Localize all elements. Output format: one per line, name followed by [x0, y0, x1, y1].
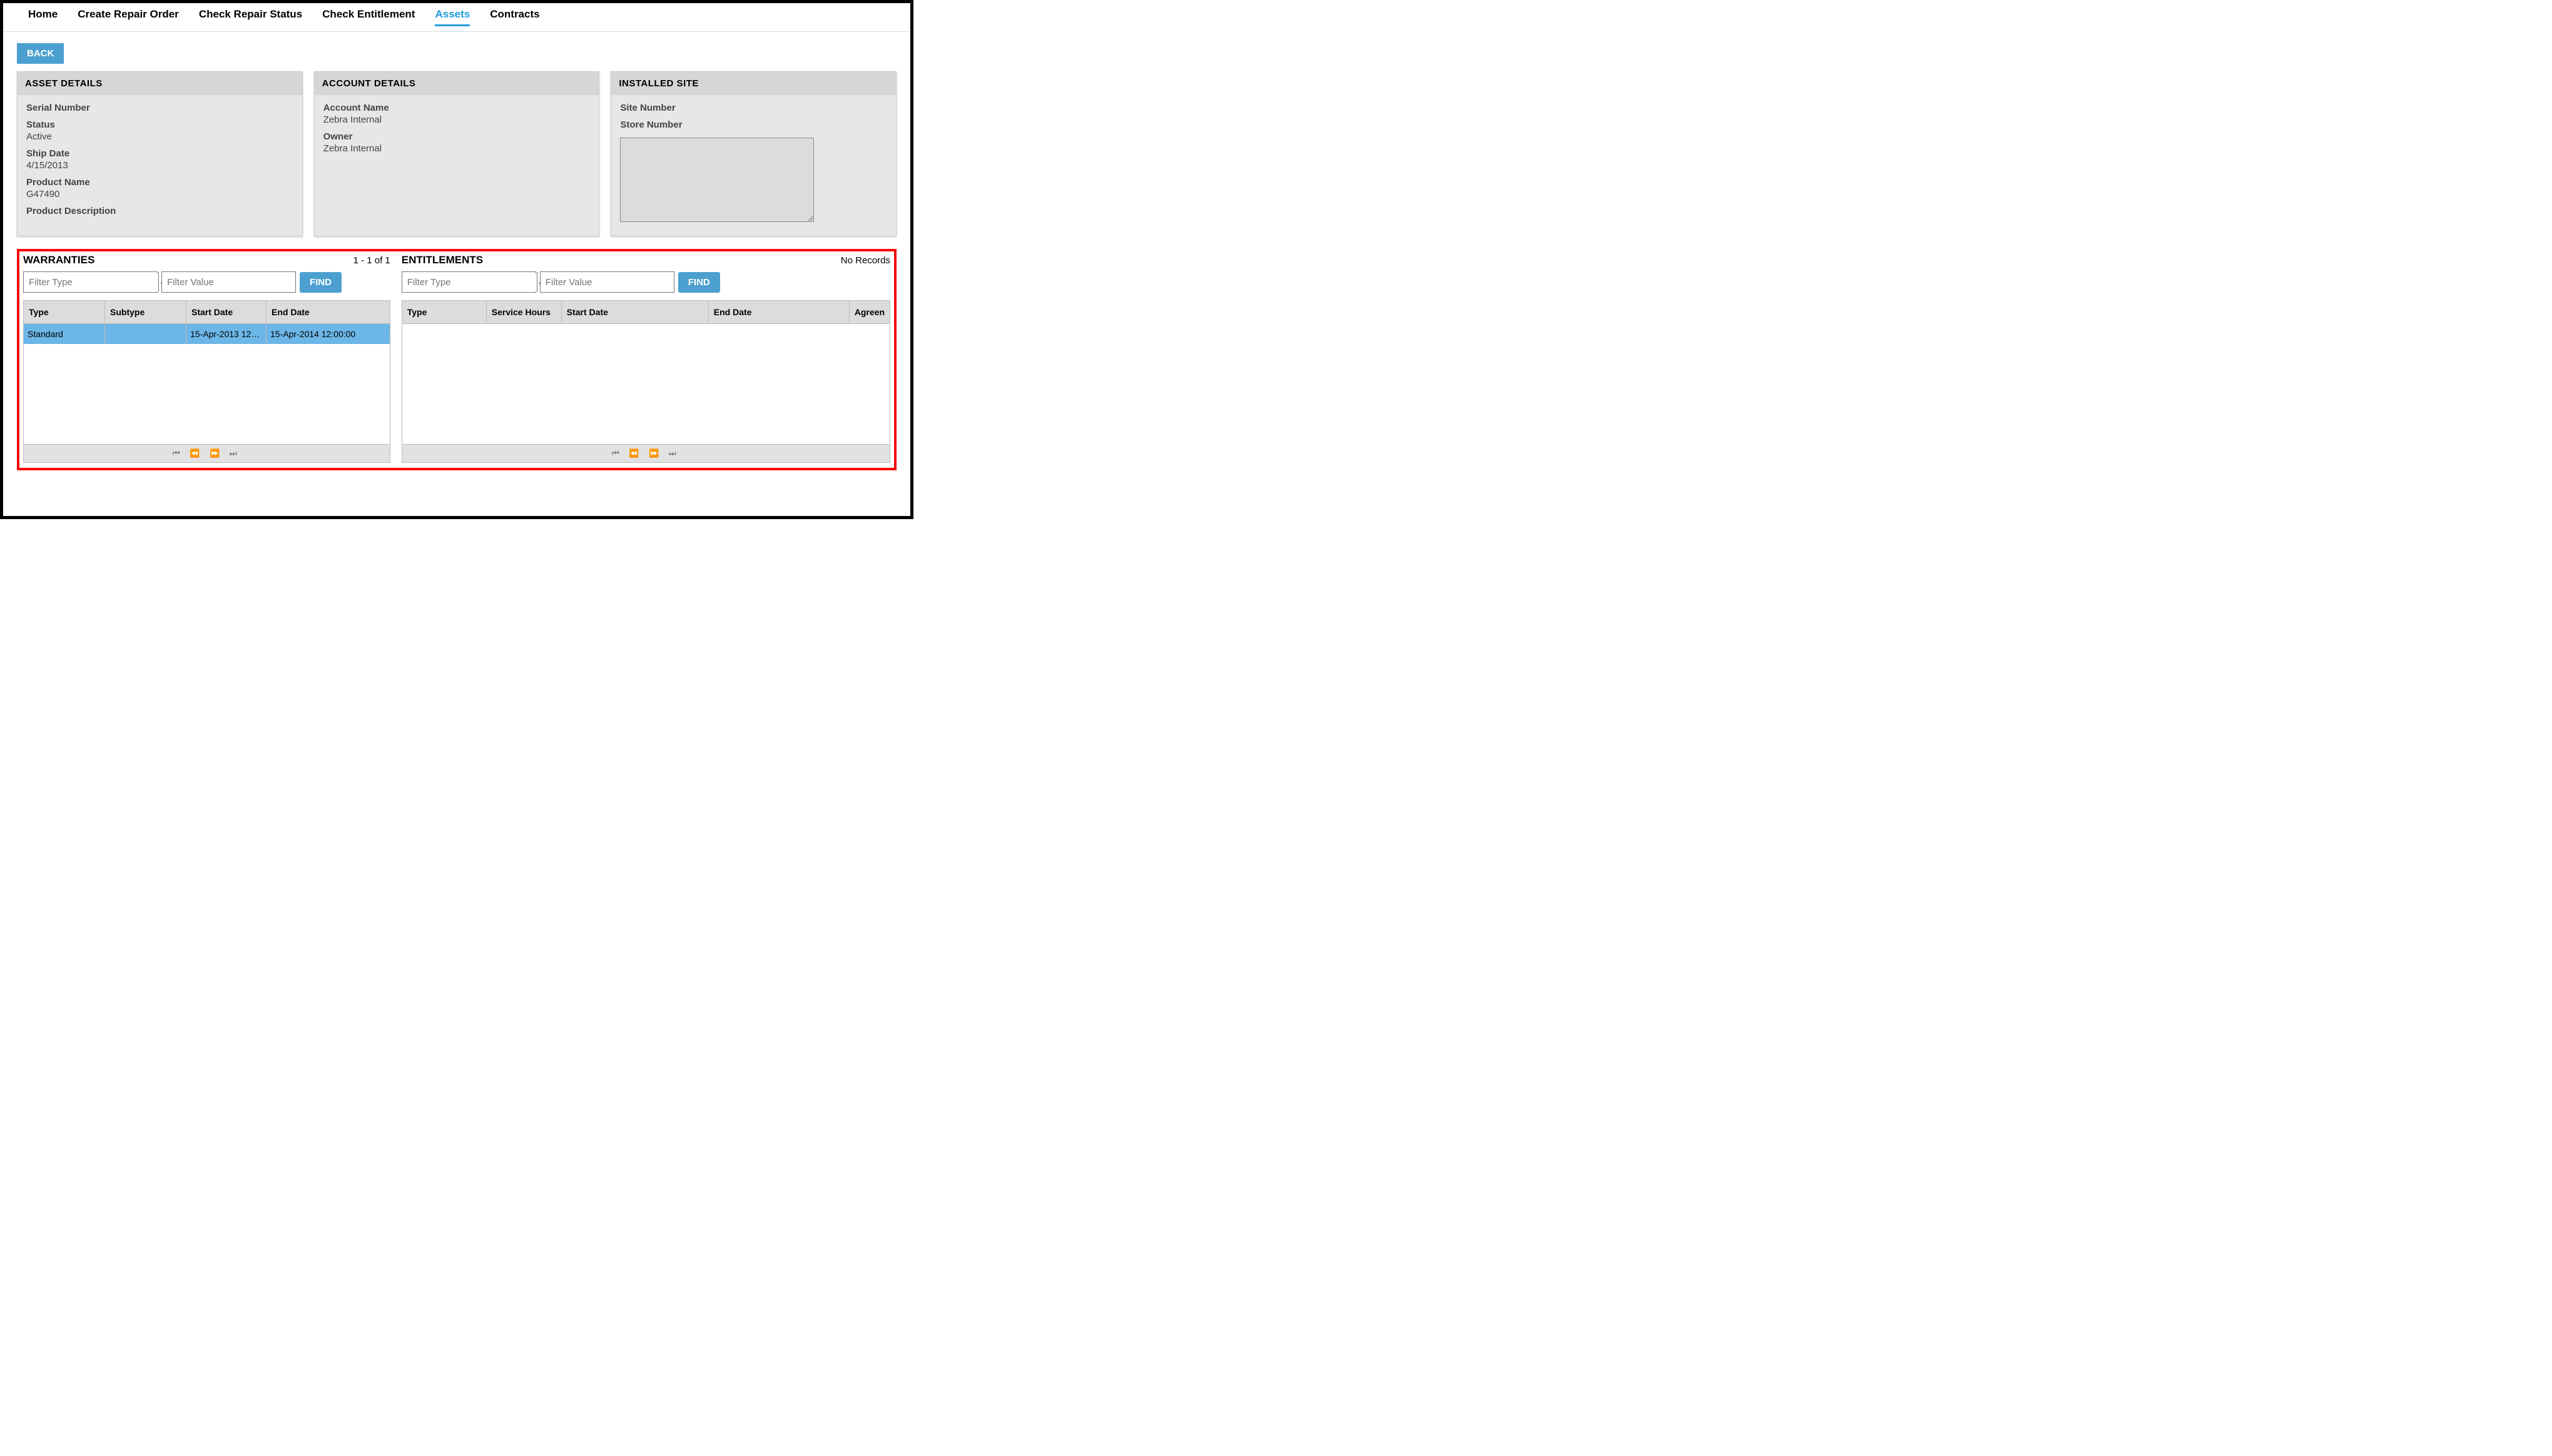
pager-next-icon[interactable]: ⏩ — [210, 448, 223, 458]
account-details-panel: ACCOUNT DETAILS Account Name Zebra Inter… — [314, 71, 600, 236]
nav-check-repair-status[interactable]: Check Repair Status — [199, 8, 302, 26]
entitlements-filter-type-input[interactable] — [402, 273, 537, 291]
warranties-pager: ⏮ ⏪ ⏩ ⏭ — [24, 444, 390, 462]
entitlements-col-agreement[interactable]: Agreen — [850, 301, 890, 323]
asset-details-panel: ASSET DETAILS Serial Number Status Activ… — [17, 71, 303, 236]
entitlements-filter-type-select[interactable]: ⌄ — [402, 271, 536, 293]
entitlements-title: ENTITLEMENTS — [402, 254, 483, 266]
warranties-filter-type-select[interactable]: ⌄ — [23, 271, 158, 293]
pager-first-icon[interactable]: ⏮ — [612, 448, 623, 458]
installed-site-notes[interactable] — [620, 138, 814, 222]
serial-number-label: Serial Number — [26, 103, 293, 113]
pager-first-icon[interactable]: ⏮ — [173, 448, 184, 458]
entitlements-col-type[interactable]: Type — [402, 301, 487, 323]
pager-next-icon[interactable]: ⏩ — [649, 448, 663, 458]
installed-site-panel: INSTALLED SITE Site Number Store Number — [611, 71, 897, 236]
product-name-label: Product Name — [26, 177, 293, 188]
installed-site-header: INSTALLED SITE — [611, 72, 896, 95]
entitlements-grid: Type Service Hours Start Date End Date A… — [402, 300, 890, 463]
entitlements-pager: ⏮ ⏪ ⏩ ⏭ — [402, 444, 890, 462]
warranties-col-subtype[interactable]: Subtype — [105, 301, 186, 323]
entitlements-find-button[interactable]: FIND — [678, 272, 720, 293]
product-description-label: Product Description — [26, 206, 293, 216]
warranty-end-cell: 15-Apr-2014 12:00:00 — [267, 324, 390, 344]
warranties-col-start-date[interactable]: Start Date — [186, 301, 267, 323]
nav-contracts[interactable]: Contracts — [490, 8, 539, 26]
warranties-section: WARRANTIES 1 - 1 of 1 ⌄ FIND Type Subtyp… — [23, 254, 390, 463]
entitlements-filter-value-input[interactable] — [540, 271, 674, 293]
nav-home[interactable]: Home — [28, 8, 58, 26]
pager-prev-icon[interactable]: ⏪ — [629, 448, 643, 458]
warranties-find-button[interactable]: FIND — [300, 272, 342, 293]
account-details-header: ACCOUNT DETAILS — [315, 72, 599, 95]
warranties-count: 1 - 1 of 1 — [353, 255, 390, 266]
highlighted-lower-region: WARRANTIES 1 - 1 of 1 ⌄ FIND Type Subtyp… — [17, 249, 897, 470]
entitlements-count: No Records — [841, 255, 890, 266]
nav-create-repair-order[interactable]: Create Repair Order — [78, 8, 179, 26]
product-name-value: G47490 — [26, 189, 293, 200]
store-number-label: Store Number — [620, 119, 887, 130]
warranties-filter-type-input[interactable] — [24, 273, 158, 291]
warranties-grid: Type Subtype Start Date End Date Standar… — [23, 300, 390, 463]
status-label: Status — [26, 119, 293, 130]
account-name-label: Account Name — [323, 103, 591, 113]
entitlements-col-end-date[interactable]: End Date — [709, 301, 850, 323]
back-button[interactable]: BACK — [17, 43, 64, 64]
warranties-title: WARRANTIES — [23, 254, 94, 266]
entitlements-section: ENTITLEMENTS No Records ⌄ FIND Type Serv… — [402, 254, 890, 463]
site-number-label: Site Number — [620, 103, 887, 113]
entitlements-col-service-hours[interactable]: Service Hours — [487, 301, 562, 323]
account-name-value: Zebra Internal — [323, 114, 591, 125]
ship-date-value: 4/15/2013 — [26, 160, 293, 171]
nav-check-entitlement[interactable]: Check Entitlement — [322, 8, 415, 26]
pager-prev-icon[interactable]: ⏪ — [190, 448, 203, 458]
warranties-filter-value-input[interactable] — [161, 271, 296, 293]
warranty-start-cell: 15-Apr-2013 12:0... — [186, 324, 267, 344]
pager-last-icon[interactable]: ⏭ — [230, 448, 241, 458]
warranties-col-type[interactable]: Type — [24, 301, 105, 323]
nav-assets[interactable]: Assets — [435, 8, 470, 26]
asset-details-header: ASSET DETAILS — [18, 72, 302, 95]
pager-last-icon[interactable]: ⏭ — [669, 448, 680, 458]
warranties-col-end-date[interactable]: End Date — [267, 301, 390, 323]
status-value: Active — [26, 131, 293, 142]
warranty-type-cell: Standard — [24, 324, 105, 344]
entitlements-col-start-date[interactable]: Start Date — [562, 301, 709, 323]
ship-date-label: Ship Date — [26, 148, 293, 159]
details-panels: ASSET DETAILS Serial Number Status Activ… — [17, 71, 897, 236]
owner-value: Zebra Internal — [323, 143, 591, 154]
warranty-subtype-cell — [105, 324, 186, 344]
owner-label: Owner — [323, 131, 591, 142]
top-nav: Home Create Repair Order Check Repair St… — [3, 3, 910, 32]
table-row[interactable]: Standard 15-Apr-2013 12:0... 15-Apr-2014… — [24, 324, 390, 344]
